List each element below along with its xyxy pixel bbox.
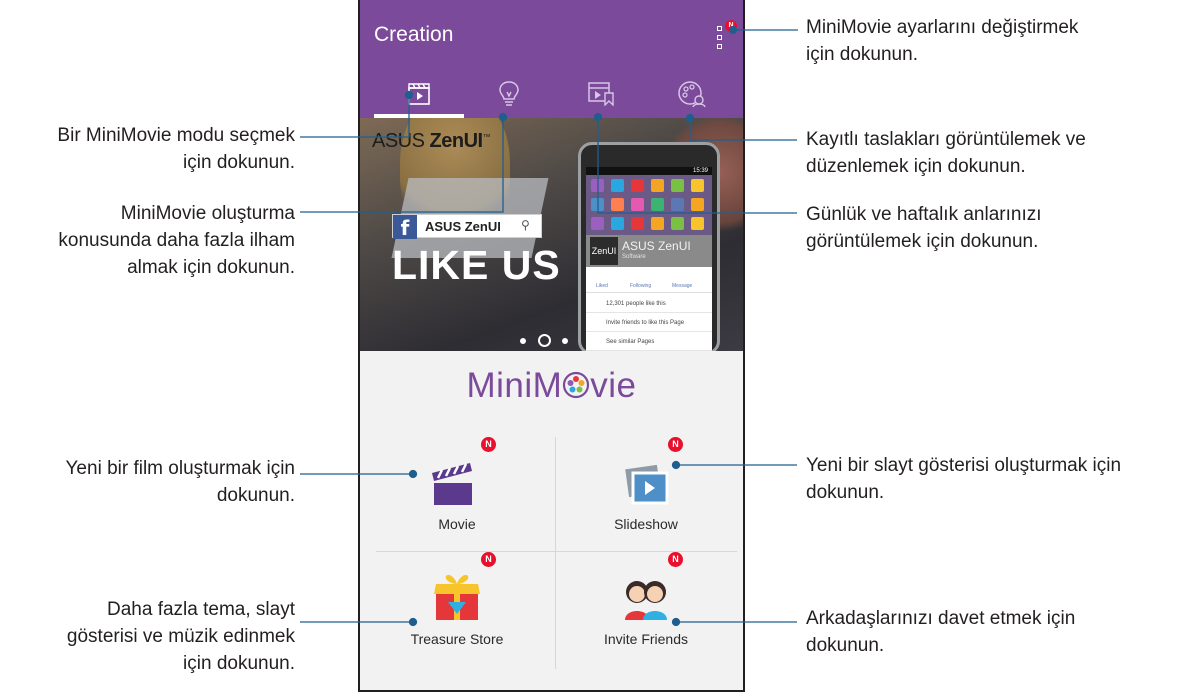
mini-app-icon <box>671 198 684 211</box>
banner-headline: LIKE US <box>392 242 561 288</box>
callout-settings: MiniMovie ayarlarını değiştirmek için dok… <box>806 17 1079 65</box>
mini-app-icon <box>691 198 704 211</box>
treasure-store-tile[interactable]: N Treasure Store <box>367 552 547 668</box>
movie-clapper-icon <box>432 463 472 505</box>
slideshow-label: Slideshow <box>614 516 678 532</box>
invite-friends-tile[interactable]: N Invite Friends <box>556 552 736 668</box>
carousel-indicator[interactable] <box>518 334 578 348</box>
mini-app-icon <box>631 198 644 211</box>
treasure-store-icon <box>434 574 480 620</box>
new-badge: N <box>725 20 737 32</box>
calendar-bookmark-icon <box>588 82 614 106</box>
callout-store: Daha fazla tema, slayt gösterisi ve müzik… <box>66 599 295 674</box>
tab-moments[interactable] <box>554 72 644 116</box>
movie-tile[interactable]: N Movie <box>367 437 547 553</box>
phone-screen: Creation N ASUS ZenUI™ f ASUS ZenUI ⚲ LI… <box>358 0 745 692</box>
mini-app-icon <box>691 217 704 230</box>
app-title: Creation <box>374 23 454 46</box>
mini-app-icon <box>591 198 604 211</box>
callout-moments: Günlük ve haftalık anlarınızı görüntüleme… <box>806 204 1042 252</box>
mini-app-icon <box>671 217 684 230</box>
mini-app-icon <box>591 217 604 230</box>
callout-drafts: Kayıtlı taslakları görüntülemek ve düzenl… <box>806 129 1086 177</box>
mini-app-icon <box>651 179 664 192</box>
lightbulb-icon <box>499 81 519 106</box>
callout-slideshow: Yeni bir slayt gösterisi oluşturmak için… <box>806 455 1122 503</box>
minimovie-logo: MiniM vie <box>466 366 637 405</box>
callout-movie: Yeni bir film oluşturmak için dokunun. <box>65 458 296 506</box>
asus-zenui-logo: ASUS ZenUI™ <box>372 130 491 152</box>
settings-menu-icon[interactable]: N <box>717 20 737 54</box>
invite-friends-label: Invite Friends <box>603 631 689 647</box>
callout-inspiration: MiniMovie oluşturma konusunda daha fazla … <box>58 203 295 278</box>
slideshow-icon <box>625 464 669 505</box>
mini-app-icon <box>631 217 644 230</box>
callout-invite: Arkadaşlarınızı davet etmek için dokunun. <box>806 608 1076 656</box>
slideshow-tile[interactable]: N Slideshow <box>556 437 736 553</box>
mini-app-icon <box>591 179 604 192</box>
tab-mode-select[interactable] <box>374 72 464 118</box>
palette-edit-icon <box>678 81 706 108</box>
treasure-store-label: Treasure Store <box>410 631 504 647</box>
mini-app-icon <box>611 217 624 230</box>
tab-drafts[interactable] <box>644 72 734 116</box>
mini-app-icon <box>651 217 664 230</box>
facebook-search-box: f ASUS ZenUI ⚲ <box>392 214 542 240</box>
facebook-icon: f <box>393 215 417 240</box>
invite-friends-icon <box>625 581 667 620</box>
movie-label: Movie <box>438 516 476 532</box>
mini-app-icon <box>691 179 704 192</box>
mini-app-icon <box>611 179 624 192</box>
mini-app-icon <box>671 179 684 192</box>
mini-app-icon <box>651 198 664 211</box>
promo-banner[interactable]: ASUS ZenUI™ f ASUS ZenUI ⚲ LIKE US 15:39… <box>360 118 743 351</box>
app-bar: Creation N <box>360 0 743 118</box>
mini-phone-image: 15:39 ZenUI ASUS ZenUI Software Liked Fo… <box>578 142 720 351</box>
tab-inspiration[interactable] <box>464 72 554 116</box>
clapperboard-icon <box>408 83 430 105</box>
search-icon: ⚲ <box>521 218 530 232</box>
mini-app-icon <box>631 179 644 192</box>
mini-app-icon <box>611 198 624 211</box>
callout-mode: Bir MiniMovie modu seçmek için dokunun. <box>57 125 295 173</box>
film-reel-icon <box>563 371 590 399</box>
